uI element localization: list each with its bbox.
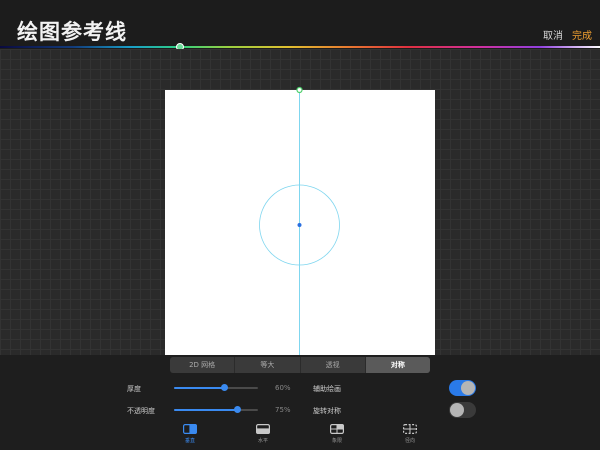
drawing-workspace[interactable]	[0, 49, 600, 355]
opacity-label: 不透明度	[127, 407, 155, 415]
rotational-symmetry-toggle[interactable]	[449, 402, 476, 418]
color-slider-track[interactable]	[0, 46, 600, 48]
thickness-value: 60%	[275, 384, 291, 392]
assisted-drawing-label: 辅助绘画	[313, 385, 341, 393]
cancel-button[interactable]: 取消	[543, 27, 563, 42]
quadrant-icon	[330, 424, 344, 434]
tab-symmetry[interactable]: 对称	[365, 357, 430, 373]
assisted-drawing-toggle-knob	[461, 381, 475, 395]
done-button[interactable]: 完成	[572, 27, 592, 42]
tab-perspective[interactable]: 透视	[301, 357, 366, 373]
rotational-symmetry-toggle-knob	[450, 403, 464, 417]
tab-isometric[interactable]: 等大	[235, 357, 301, 373]
mode-vertical-button[interactable]: 垂直	[170, 424, 210, 444]
mode-quadrant-label: 象限	[331, 438, 342, 444]
mode-vertical-label: 垂直	[184, 438, 195, 444]
guide-center-point[interactable]	[297, 223, 302, 227]
page-title: 绘图参考线	[17, 20, 127, 44]
horizontal-icon	[256, 424, 270, 434]
guide-settings-panel: 2D 网格 等大 透视 对称 厚度 60% 不透明度 75% 辅助绘画 旋转对称…	[0, 355, 600, 450]
opacity-slider-fill	[174, 409, 237, 411]
thickness-slider-fill	[174, 387, 225, 389]
rotational-symmetry-label: 旋转对称	[313, 407, 341, 415]
symmetry-guide-overlay	[259, 86, 340, 355]
opacity-slider[interactable]	[174, 405, 258, 415]
mode-radial-label: 径向	[404, 438, 415, 444]
top-bar: 绘图参考线 取消 完成	[0, 0, 600, 47]
opacity-slider-knob[interactable]	[234, 406, 241, 413]
opacity-value: 75%	[275, 406, 291, 414]
tab-2d-grid[interactable]: 2D 网格	[170, 357, 236, 373]
mode-quadrant-button[interactable]: 象限	[317, 424, 357, 444]
mode-horizontal-button[interactable]: 水平	[243, 424, 283, 444]
thickness-slider-knob[interactable]	[221, 384, 229, 391]
mode-radial-button[interactable]: 径向	[390, 424, 430, 444]
vertical-icon	[183, 424, 197, 434]
assisted-drawing-toggle[interactable]	[449, 380, 476, 396]
thickness-label: 厚度	[127, 385, 141, 393]
thickness-slider[interactable]	[174, 383, 258, 393]
axis-rotate-handle[interactable]	[296, 86, 303, 94]
guide-type-tabs: 2D 网格 等大 透视 对称	[170, 357, 430, 373]
mode-horizontal-label: 水平	[257, 438, 268, 444]
radial-icon	[403, 424, 417, 434]
